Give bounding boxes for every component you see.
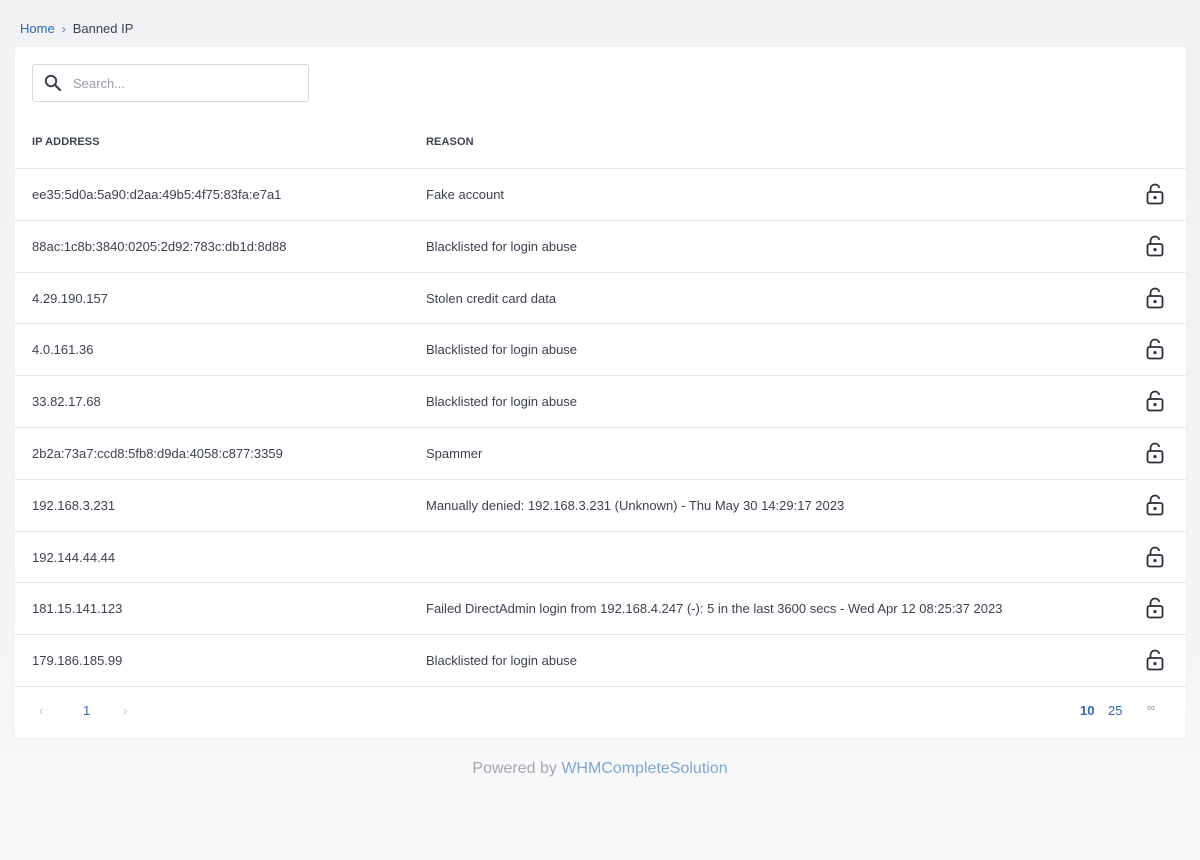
ip-address-cell: 4.0.161.36 bbox=[32, 342, 94, 358]
footer: Powered by WHMCompleteSolution bbox=[0, 760, 1200, 778]
ip-address-cell: 33.82.17.68 bbox=[32, 394, 101, 410]
ip-address-cell: 192.144.44.44 bbox=[32, 549, 116, 565]
column-header-ip-address[interactable]: IP ADDRESS bbox=[32, 136, 100, 148]
reason-cell: Manually denied: 192.168.3.231 (Unknown)… bbox=[426, 497, 845, 513]
reason-cell: Blacklisted for login abuse bbox=[426, 653, 578, 669]
table-row: 4.29.190.157 Stolen credit card data bbox=[15, 273, 1186, 325]
table-row: 181.15.141.123 Failed DirectAdmin login f… bbox=[15, 583, 1186, 636]
per-page-25-button[interactable]: 25 bbox=[1108, 703, 1122, 718]
search-box[interactable] bbox=[32, 64, 309, 102]
table-row: 33.82.17.68 Blacklisted for login abuse bbox=[15, 376, 1186, 428]
unlock-icon[interactable] bbox=[1144, 648, 1166, 672]
reason-cell: Spammer bbox=[426, 445, 483, 461]
breadcrumb-current: Banned IP bbox=[72, 21, 134, 36]
banned-ip-card: IP ADDRESS REASON ee35:5d0a:5a90:d2aa:49… bbox=[15, 47, 1186, 738]
breadcrumb: Home › Banned IP bbox=[20, 21, 133, 36]
ip-address-cell: 88ac:1c8b:3840:0205:2d92:783c:db1d:8d88 bbox=[32, 238, 287, 254]
unlock-icon[interactable] bbox=[1144, 493, 1166, 517]
table-header: IP ADDRESS REASON bbox=[15, 115, 1186, 169]
previous-page-button[interactable]: ‹ bbox=[39, 703, 43, 718]
column-header-reason[interactable]: REASON bbox=[426, 136, 474, 148]
reason-cell: Blacklisted for login abuse bbox=[426, 238, 578, 254]
search-icon bbox=[33, 65, 73, 101]
unlock-icon[interactable] bbox=[1144, 441, 1166, 465]
ip-address-cell: 2b2a:73a7:ccd8:5fb8:d9da:4058:c877:3359 bbox=[32, 445, 283, 461]
next-page-button[interactable]: › bbox=[123, 703, 127, 718]
table-row: 2b2a:73a7:ccd8:5fb8:d9da:4058:c877:3359 S… bbox=[15, 428, 1186, 480]
ip-address-cell: 181.15.141.123 bbox=[32, 601, 123, 617]
page-number-button[interactable]: 1 bbox=[83, 703, 90, 718]
table-row: 88ac:1c8b:3840:0205:2d92:783c:db1d:8d88 B… bbox=[15, 221, 1186, 273]
reason-cell: Fake account bbox=[426, 187, 505, 202]
table-row: 192.144.44.44 bbox=[15, 532, 1186, 584]
reason-cell: Failed DirectAdmin login from 192.168.4.… bbox=[426, 601, 1003, 617]
unlock-icon[interactable] bbox=[1144, 596, 1166, 620]
ip-address-cell: 192.168.3.231 bbox=[32, 497, 116, 513]
table-body: ee35:5d0a:5a90:d2aa:49b5:4f75:83fa:e7a1 F… bbox=[15, 169, 1186, 687]
footer-brand-link[interactable]: WHMCompleteSolution bbox=[561, 760, 727, 777]
table-row: 4.0.161.36 Blacklisted for login abuse bbox=[15, 324, 1186, 377]
breadcrumb-separator: › bbox=[61, 21, 66, 36]
table-row: 192.168.3.231 Manually denied: 192.168.3.… bbox=[15, 480, 1186, 532]
ip-address-cell: ee35:5d0a:5a90:d2aa:49b5:4f75:83fa:e7a1 bbox=[32, 187, 282, 202]
search-input[interactable] bbox=[73, 68, 293, 98]
reason-cell: Blacklisted for login abuse bbox=[426, 394, 578, 410]
per-page-10-button[interactable]: 10 bbox=[1080, 703, 1094, 718]
pagination: ‹ 1 › 10 25 ∞ bbox=[15, 687, 1186, 738]
unlock-icon[interactable] bbox=[1144, 234, 1166, 258]
unlock-icon[interactable] bbox=[1144, 182, 1166, 206]
table-row: ee35:5d0a:5a90:d2aa:49b5:4f75:83fa:e7a1 F… bbox=[15, 169, 1186, 221]
footer-prefix: Powered by bbox=[472, 760, 562, 777]
unlock-icon[interactable] bbox=[1144, 337, 1166, 361]
table-row: 179.186.185.99 Blacklisted for login abus… bbox=[15, 635, 1186, 687]
per-page-all-button[interactable]: ∞ bbox=[1147, 702, 1155, 714]
ip-address-cell: 179.186.185.99 bbox=[32, 653, 123, 669]
breadcrumb-home-link[interactable]: Home bbox=[20, 21, 55, 36]
unlock-icon[interactable] bbox=[1144, 545, 1166, 569]
reason-cell: Stolen credit card data bbox=[426, 290, 557, 306]
unlock-icon[interactable] bbox=[1144, 286, 1166, 310]
ip-address-cell: 4.29.190.157 bbox=[32, 290, 108, 306]
reason-cell: Blacklisted for login abuse bbox=[426, 342, 578, 358]
unlock-icon[interactable] bbox=[1144, 389, 1166, 413]
